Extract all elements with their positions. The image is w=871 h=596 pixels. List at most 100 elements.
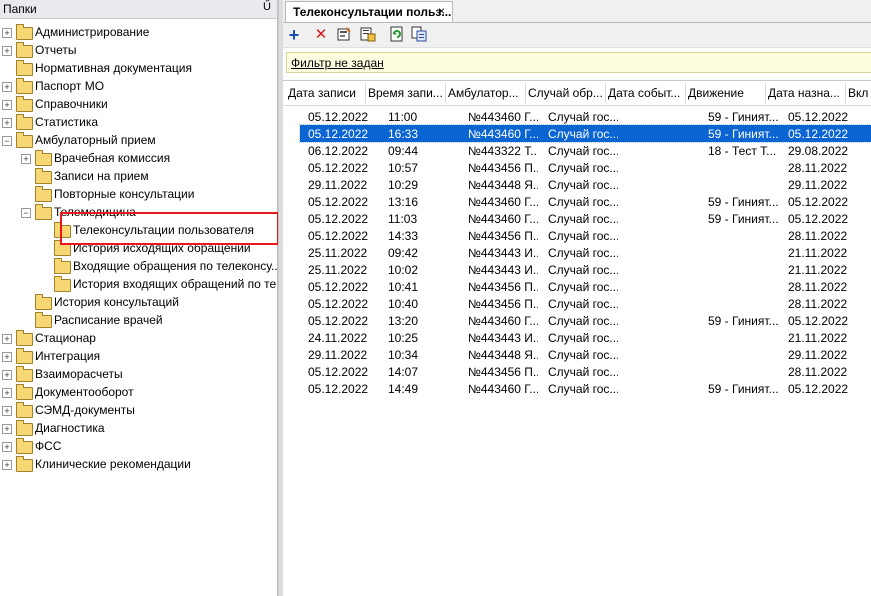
- tree-item-administration[interactable]: + Администрирование: [0, 24, 277, 42]
- column-header[interactable]: Вкл: [848, 86, 871, 100]
- tree-item-hospital[interactable]: + Стационар: [0, 330, 277, 348]
- tree-item-repeat-consults[interactable]: Повторные консультации: [0, 186, 277, 204]
- expand-icon[interactable]: +: [2, 424, 12, 434]
- highlight-box: [60, 212, 279, 245]
- table-row[interactable]: 29.11.2022 10:29 №443448 Я... Случай гос...…: [300, 176, 871, 193]
- tree-item-doctor-schedule[interactable]: Расписание врачей: [0, 312, 277, 330]
- column-separator[interactable]: [845, 83, 846, 103]
- table-cell: Случай гос...: [548, 314, 618, 328]
- tree-item-integration[interactable]: + Интеграция: [0, 348, 277, 366]
- table-cell: 14:33: [388, 229, 419, 243]
- table-row[interactable]: 24.11.2022 10:25 №443443 И... Случай гос...…: [300, 329, 871, 346]
- expand-icon[interactable]: +: [2, 352, 12, 362]
- column-header[interactable]: Движение: [688, 86, 762, 100]
- column-separator[interactable]: [605, 83, 606, 103]
- column-separator[interactable]: [525, 83, 526, 103]
- column-separator[interactable]: [765, 83, 766, 103]
- tree-item-passport[interactable]: + Паспорт МО: [0, 78, 277, 96]
- column-header[interactable]: Амбулатор...: [448, 86, 522, 100]
- collapse-icon[interactable]: −: [2, 136, 12, 146]
- column-separator[interactable]: [445, 83, 446, 103]
- column-header[interactable]: Дата записи: [288, 86, 364, 100]
- export-icon[interactable]: [410, 26, 428, 44]
- table-cell: 59 - Гиният...: [708, 382, 778, 396]
- tree-item-medical-commission[interactable]: + Врачебная комиссия: [0, 150, 277, 168]
- expand-icon[interactable]: +: [2, 100, 12, 110]
- table-row-selected[interactable]: 05.12.2022 16:33 №443460 Г... Случай гос...…: [299, 124, 871, 143]
- properties-icon[interactable]: [359, 26, 377, 44]
- tree-item-fss[interactable]: + ФСС: [0, 438, 277, 456]
- table-row[interactable]: 05.12.2022 10:57 №443456 П... Случай гос...…: [300, 159, 871, 176]
- table-cell: 59 - Гиният...: [708, 127, 778, 141]
- table-row[interactable]: 25.11.2022 10:02 №443443 И... Случай гос...…: [300, 261, 871, 278]
- table-cell: 05.12.2022: [308, 280, 369, 294]
- expand-icon[interactable]: +: [2, 388, 12, 398]
- filter-link[interactable]: Фильтр не задан: [291, 56, 384, 70]
- expand-icon[interactable]: +: [2, 460, 12, 470]
- tree-item-semd[interactable]: + СЭМД-документы: [0, 402, 277, 420]
- table-cell: 59 - Гиният...: [708, 314, 778, 328]
- column-header[interactable]: Дата назна...: [768, 86, 842, 100]
- expand-icon[interactable]: +: [2, 28, 12, 38]
- expand-icon[interactable]: +: [21, 154, 31, 164]
- table-cell: 10:29: [388, 178, 419, 192]
- tree-item-document-flow[interactable]: + Документооборот: [0, 384, 277, 402]
- folder-icon: [16, 330, 33, 346]
- tree-item-reports[interactable]: + Отчеты: [0, 42, 277, 60]
- expand-icon[interactable]: +: [2, 334, 12, 344]
- tree-item-label: Взаиморасчеты: [35, 367, 123, 381]
- table-row[interactable]: 05.12.2022 14:33 №443456 П... Случай гос...…: [300, 227, 871, 244]
- tree-item-label: Амбулаторный прием: [35, 133, 156, 147]
- tree-item-diagnostics[interactable]: + Диагностика: [0, 420, 277, 438]
- folder-icon: [35, 312, 52, 328]
- tree-item-appointments[interactable]: Записи на прием: [0, 168, 277, 186]
- column-separator[interactable]: [365, 83, 366, 103]
- tree-item-incoming-history[interactable]: История входящих обращений по те...: [0, 276, 277, 294]
- tree-item-directories[interactable]: + Справочники: [0, 96, 277, 114]
- table-cell: №443456 П...: [468, 365, 538, 379]
- expand-icon[interactable]: +: [2, 46, 12, 56]
- table-row[interactable]: 05.12.2022 11:00 №443460 Г... Случай гос...…: [300, 108, 871, 125]
- tree-item-ambulatory[interactable]: − Амбулаторный прием: [0, 132, 277, 150]
- column-separator[interactable]: [685, 83, 686, 103]
- edit-icon[interactable]: [335, 26, 353, 44]
- expand-icon[interactable]: +: [2, 82, 12, 92]
- table-row[interactable]: 05.12.2022 10:41 №443456 П... Случай гос...…: [300, 278, 871, 295]
- table-row[interactable]: 05.12.2022 11:03 №443460 Г... Случай гос...…: [300, 210, 871, 227]
- expand-icon[interactable]: +: [2, 118, 12, 128]
- tree-item-normative-docs[interactable]: Нормативная документация: [0, 60, 277, 78]
- close-icon[interactable]: ×: [438, 4, 445, 18]
- pin-icon[interactable]: Ű: [263, 1, 271, 13]
- table-row[interactable]: 05.12.2022 14:07 №443456 П... Случай гос...…: [300, 363, 871, 380]
- table-cell: 24.11.2022: [308, 331, 368, 345]
- delete-icon[interactable]: ✕: [312, 26, 330, 44]
- tree-item-clinical-recs[interactable]: + Клинические рекомендации: [0, 456, 277, 474]
- table-row[interactable]: 05.12.2022 10:40 №443456 П... Случай гос...…: [300, 295, 871, 312]
- table-row[interactable]: 05.12.2022 13:16 №443460 Г... Случай гос...…: [300, 193, 871, 210]
- table-row[interactable]: 05.12.2022 14:49 №443460 Г... Случай гос...…: [300, 380, 871, 397]
- expand-icon[interactable]: +: [2, 406, 12, 416]
- table-cell: №443456 П...: [468, 280, 538, 294]
- tab-user-teleconsults[interactable]: Телеконсультации польз... ×: [285, 1, 453, 22]
- table-cell: 05.12.2022: [308, 314, 369, 328]
- table-row[interactable]: 06.12.2022 09:44 №443322 Т... Случай гос...…: [300, 142, 871, 159]
- tree-item-label: Врачебная комиссия: [54, 151, 171, 165]
- table-row[interactable]: 25.11.2022 09:42 №443443 И... Случай гос...…: [300, 244, 871, 261]
- table-row[interactable]: 05.12.2022 13:20 №443460 Г... Случай гос...…: [300, 312, 871, 329]
- collapse-icon[interactable]: −: [21, 208, 31, 218]
- column-header[interactable]: Случай обр...: [528, 86, 602, 100]
- expand-icon[interactable]: +: [2, 442, 12, 452]
- refresh-icon[interactable]: [388, 26, 406, 44]
- folder-icon: [16, 96, 33, 112]
- expand-icon[interactable]: +: [2, 370, 12, 380]
- tree-item-statistics[interactable]: + Статистика: [0, 114, 277, 132]
- table-row[interactable]: 29.11.2022 10:34 №443448 Я... Случай гос...…: [300, 346, 871, 363]
- tree-item-label: Паспорт МО: [35, 79, 105, 93]
- column-header[interactable]: Дата событ...: [608, 86, 682, 100]
- tree-item-consult-history[interactable]: История консультаций: [0, 294, 277, 312]
- tree-item-incoming-teleconsults[interactable]: Входящие обращения по телеконсу...: [0, 258, 277, 276]
- column-header[interactable]: Время запи...: [368, 86, 442, 100]
- tree-item-settlements[interactable]: + Взаиморасчеты: [0, 366, 277, 384]
- table-cell: №443460 Г...: [468, 127, 538, 141]
- add-icon[interactable]: +: [285, 26, 303, 44]
